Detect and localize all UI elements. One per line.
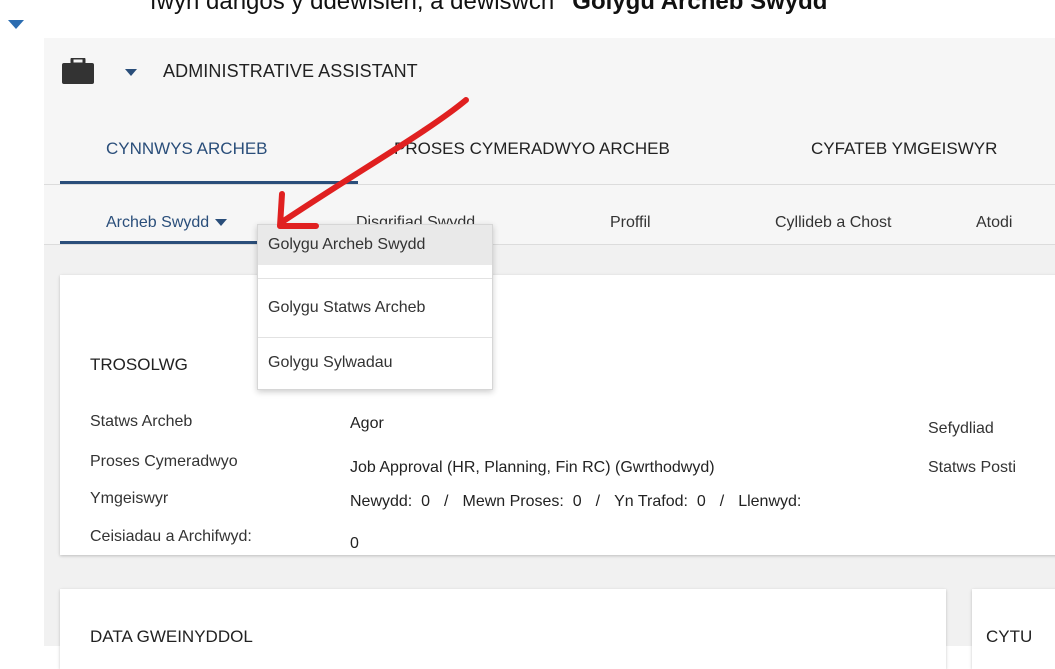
main-tabs: CYNNWYS ARCHEB PROSES CYMERADWYO ARCHEB …: [44, 106, 1055, 185]
field-value-proses-cymeradwyo: Job Approval (HR, Planning, Fin RC) (Gwr…: [350, 459, 715, 476]
count-label-llenwyd: Llenwyd:: [738, 493, 802, 510]
field-label-sefydliad: Sefydliad: [928, 420, 994, 437]
field-label-statws-postio: Statws Posti: [928, 459, 1017, 476]
overview-title: TROSOLWG: [90, 355, 188, 374]
field-value-statws-archeb: Agor: [350, 415, 384, 432]
right-card-title: CYTU: [986, 627, 1033, 646]
subtab-cyllideb-a-chost[interactable]: Cyllideb a Chost: [775, 214, 892, 232]
collapse-toggle-icon[interactable]: [8, 20, 24, 29]
menu-item-golygu-archeb-swydd[interactable]: Golygu Archeb Swydd: [258, 225, 492, 265]
subtab-proffil[interactable]: Proffil: [610, 214, 651, 232]
count-separator: /: [595, 493, 601, 510]
requisition-header: ADMINISTRATIVE ASSISTANT: [44, 38, 1055, 106]
field-label-proses-cymeradwyo: Proses Cymeradwyo: [90, 453, 238, 470]
right-card: CYTU: [972, 589, 1055, 669]
menu-item-golygu-sylwadau[interactable]: Golygu Sylwadau: [258, 343, 492, 383]
caption-text: fwyn dangos y ddewisien, a dewiswch: [150, 0, 561, 15]
tab-cyfateb-ymgeiswyr[interactable]: CYFATEB YMGEISWYR: [811, 139, 997, 159]
applicant-counts: Newydd: 0 / Mewn Proses: 0 / Yn Trafod: 0 / Ll…: [350, 493, 801, 511]
tab-cynnwys-archeb[interactable]: CYNNWYS ARCHEB: [106, 139, 268, 159]
sub-tabs: Archeb Swydd Disgrifiad Swydd Proffil Cy…: [44, 185, 1055, 245]
archeb-swydd-dropdown-menu: Golygu Archeb Swydd Golygu Statws Archeb…: [257, 224, 493, 390]
instruction-caption: fwyn dangos y ddewisien, a dewiswch "Gol…: [150, 0, 1050, 16]
app-window: ADMINISTRATIVE ASSISTANT CYNNWYS ARCHEB …: [44, 38, 1055, 669]
subtab-archeb-swydd-label: Archeb Swydd: [106, 214, 210, 231]
page-title: ADMINISTRATIVE ASSISTANT: [163, 61, 418, 81]
caption-bold-text: "Golygu Archeb Swydd": [560, 0, 839, 15]
menu-item-golygu-statws-archeb[interactable]: Golygu Statws Archeb: [258, 288, 492, 328]
chevron-down-icon[interactable]: [215, 219, 228, 227]
briefcase-icon: [62, 58, 94, 84]
menu-divider: [258, 337, 492, 338]
count-label-yn-trafod: Yn Trafod:: [614, 493, 688, 510]
tab-proses-cymeradwyo-archeb[interactable]: PROSES CYMERADWYO ARCHEB: [394, 139, 670, 159]
field-label-ceisiadau-archifwyd: Ceisiadau a Archifwyd:: [90, 528, 252, 545]
count-separator: /: [719, 493, 725, 510]
count-value-yn-trafod: 0: [696, 493, 706, 510]
overview-card: TROSOLWG Statws Archeb Agor Proses Cymer…: [60, 275, 1055, 555]
menu-divider: [258, 278, 492, 279]
field-label-ymgeiswyr: Ymgeiswyr: [90, 490, 169, 507]
field-value-ceisiadau-archifwyd: 0: [350, 535, 359, 552]
header-chevron-down-icon[interactable]: [125, 69, 137, 76]
field-label-statws-archeb: Statws Archeb: [90, 413, 193, 430]
count-value-mewn-proses: 0: [572, 493, 582, 510]
admin-data-title: DATA GWEINYDDOL: [90, 627, 253, 646]
count-value-newydd: 0: [421, 493, 431, 510]
count-label-mewn-proses: Mewn Proses:: [462, 493, 564, 510]
subtab-archeb-swydd[interactable]: Archeb Swydd: [106, 214, 228, 232]
admin-data-card: DATA GWEINYDDOL: [60, 589, 946, 669]
count-label-newydd: Newydd:: [350, 493, 413, 510]
count-separator: /: [444, 493, 449, 510]
active-tab-indicator: [60, 181, 358, 184]
subtab-atodi[interactable]: Atodi: [976, 214, 1012, 232]
active-subtab-indicator: [60, 241, 272, 244]
